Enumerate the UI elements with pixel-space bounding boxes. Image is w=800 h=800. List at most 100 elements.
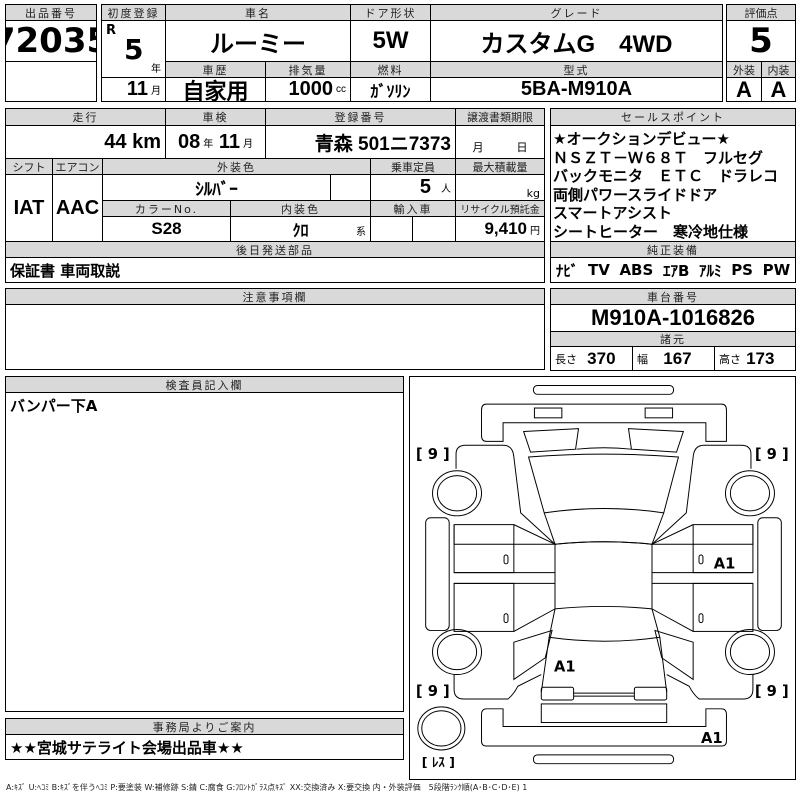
- capacity: 5人: [370, 174, 456, 201]
- sales-points-label: セールスポイント: [550, 108, 796, 126]
- front-fender-right: [650, 444, 754, 545]
- fuel-label: 燃料: [350, 61, 431, 78]
- chassis-label: 車台番号: [550, 288, 796, 305]
- max-load: kg: [455, 174, 545, 201]
- specs-label: 諸元: [550, 331, 796, 347]
- wheel-front-left: [436, 475, 478, 512]
- int-grade-label: 内装: [761, 61, 796, 78]
- inspection-label: 車検: [165, 108, 266, 126]
- inspection-month: 11: [218, 130, 240, 153]
- grade: カスタムG 4WD: [430, 20, 723, 62]
- height-value: 173: [746, 348, 775, 368]
- equipment-item: ｴｱB: [662, 261, 690, 280]
- lot-number: 72035: [5, 20, 97, 62]
- import-cell-2: [412, 216, 456, 242]
- inspection: 08 年 11 月: [165, 125, 266, 159]
- import-cell-1: [370, 216, 413, 242]
- front-door-left: [453, 524, 515, 574]
- roof: [554, 541, 653, 610]
- length-value: 370: [587, 348, 616, 368]
- recycle-unit: 円: [530, 225, 540, 237]
- rear-door-left: [453, 582, 515, 632]
- inspection-year: 08: [178, 130, 201, 153]
- shift-label: シフト: [5, 158, 53, 175]
- wheel-rear-left: [436, 633, 478, 671]
- equipment-label: 純正装備: [550, 241, 796, 258]
- first-reg-year: R 5 年: [101, 20, 166, 78]
- later-parts: 保証書 車両取説: [5, 257, 545, 283]
- front-light-left: [522, 428, 580, 453]
- width-value: 167: [663, 348, 692, 368]
- year: 5: [124, 33, 144, 66]
- fuel: ｶﾞｿﾘﾝ: [350, 77, 431, 102]
- score: 5: [726, 20, 796, 62]
- mileage-value: 44: [104, 130, 127, 153]
- spare-tire: [417, 706, 466, 751]
- inspection-year-unit: 年: [203, 138, 214, 150]
- lot-blank: [5, 61, 97, 102]
- front-bumper-strip: [532, 385, 675, 395]
- rear-fender-right: [666, 674, 754, 700]
- office-note: ★★宮城サテライト会場出品車★★: [5, 734, 404, 760]
- door-label: ドア形状: [350, 4, 431, 21]
- side-skirt-right: [757, 517, 782, 631]
- tire-rear-left: [ 9 ]: [416, 683, 450, 700]
- history: 自家用: [165, 77, 266, 102]
- spec-length: 長さ 370: [550, 346, 633, 371]
- first-reg-label: 初度登録: [101, 4, 166, 21]
- side-skirt-left: [425, 517, 450, 631]
- inspector-label: 検査員記入欄: [5, 376, 404, 393]
- headlight-left: [533, 407, 563, 419]
- ext-grade-label: 外装: [726, 61, 762, 78]
- inspection-month-unit: 月: [242, 138, 253, 150]
- displacement-value: 1000: [288, 78, 334, 100]
- int-color-label: 内装色: [230, 200, 371, 217]
- taillight-left: [540, 686, 575, 701]
- sales-point-line: シートヒーター 寒冷地仕様: [553, 222, 749, 241]
- notes-label: 注意事項欄: [5, 288, 545, 305]
- mileage-unit: km: [132, 130, 161, 153]
- front-light-right: [627, 428, 685, 453]
- rear-door-right: [692, 582, 754, 632]
- sales-point-line: ＮＳＺＴ－Ｗ６８Ｔ フルセグ: [553, 148, 764, 167]
- transfer-day: 日: [516, 141, 528, 154]
- ext-grade: A: [726, 77, 762, 102]
- transfer-label: 譲渡書類期限: [455, 108, 545, 126]
- aircon-label: エアコン: [52, 158, 103, 175]
- chassis-number: M910A-1016826: [550, 304, 796, 332]
- sales-points: ★オークションデビュー★ ＮＳＺＴ－Ｗ６８Ｔ フルセグ バックモニタ ＥＴＣ ド…: [550, 125, 796, 242]
- int-color: ｸﾛ 系: [230, 216, 371, 242]
- sales-point-line: スマートアシスト: [553, 204, 672, 222]
- plate: 青森 501ニ7373: [265, 125, 456, 159]
- height-label: 高さ: [719, 352, 741, 366]
- tire-front-left: [ 9 ]: [416, 446, 450, 463]
- recycle-fee: 9,410 円: [455, 216, 545, 242]
- displacement-label: 排気量: [265, 61, 351, 78]
- width-label: 幅: [637, 352, 648, 366]
- color-no: S28: [102, 216, 231, 242]
- inspector-notes: バンパー下A: [5, 392, 404, 712]
- car-name-label: 車名: [165, 4, 351, 21]
- ext-color-label: 外装色: [102, 158, 371, 175]
- rear-bumper-strip: [532, 754, 675, 765]
- door-type: 5W: [350, 20, 431, 62]
- color-no-label: カラーNo.: [102, 200, 231, 217]
- capacity-unit: 人: [441, 184, 451, 195]
- mileage: 44 km: [5, 125, 166, 159]
- damage-diagram: [ 9 ] [ 9 ] [ 9 ] [ 9 ] [ ﾚｽ ] A1 A1 A1: [409, 376, 796, 780]
- recycle-value: 9,410: [484, 219, 527, 238]
- spare-label: [ ﾚｽ ]: [422, 756, 455, 771]
- recycle-label: リサイクル預託金: [455, 200, 545, 217]
- int-grade: A: [761, 77, 796, 102]
- damage-mark-right-door: A1: [714, 556, 736, 573]
- length-label: 長さ: [555, 352, 577, 366]
- car-outline: [417, 385, 782, 765]
- month: 11: [126, 78, 148, 100]
- front-fender-left: [453, 444, 557, 545]
- rear-bumper: [481, 708, 727, 747]
- hood: [527, 453, 680, 514]
- taillight-right: [633, 686, 668, 701]
- capacity-label: 乗車定員: [370, 158, 456, 175]
- quarter-left: [513, 629, 553, 681]
- grade-label: グレード: [430, 4, 723, 21]
